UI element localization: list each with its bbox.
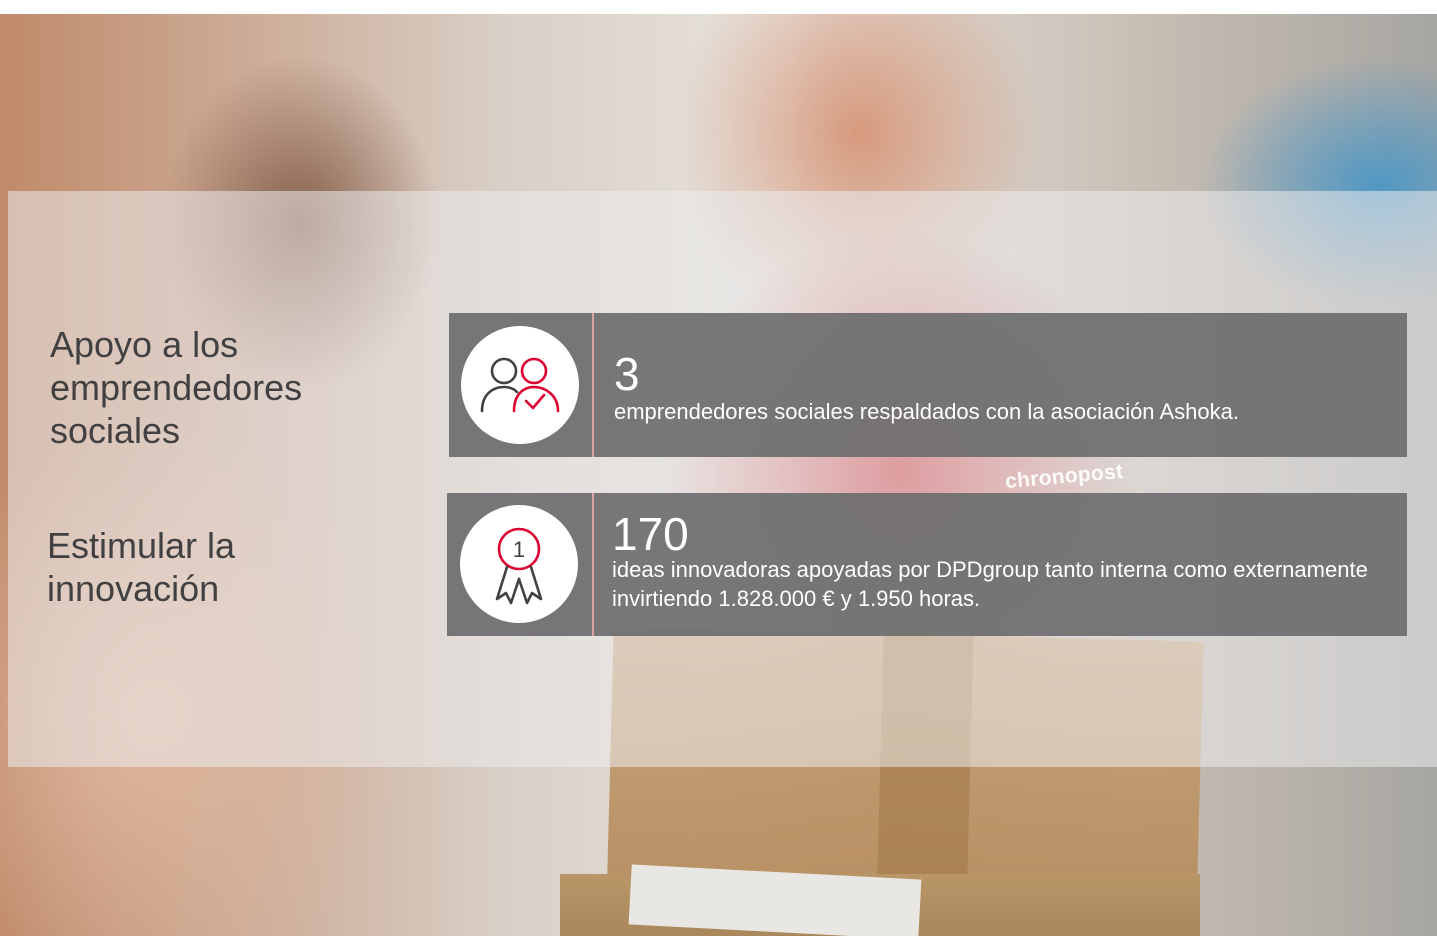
parcel-label [628, 864, 922, 936]
section-heading-social-entrepreneurs: Apoyo a los emprendedores sociales [50, 324, 303, 451]
stat-card-social-entrepreneurs: 3 emprendedores sociales respaldados con… [449, 313, 1407, 457]
card-divider [592, 493, 594, 636]
award-ribbon-icon: 1 [495, 527, 543, 605]
people-check-icon [480, 357, 560, 413]
card-divider [592, 313, 594, 457]
award-rank-text: 1 [513, 537, 525, 562]
parcel-box-lower [560, 874, 1200, 936]
stat-card-innovation: 1 170 ideas innovadoras apoyadas por DPD… [447, 493, 1407, 636]
icon-badge [461, 326, 579, 444]
section-heading-innovation: Estimular la innovación [47, 525, 236, 609]
stat-description: emprendedores sociales respaldados con l… [614, 399, 1239, 424]
icon-badge: 1 [460, 505, 578, 623]
content-overlay-panel [8, 191, 1437, 767]
stat-value: 3 [614, 348, 640, 400]
stat-value: 170 [612, 508, 689, 560]
stat-description: ideas innovadoras apoyadas por DPDgroup … [612, 557, 1368, 611]
